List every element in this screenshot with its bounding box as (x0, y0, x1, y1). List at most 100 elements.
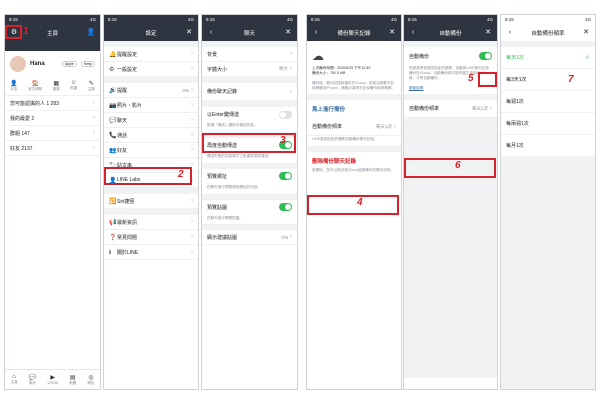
step-number-5: 5 (468, 73, 474, 84)
panel-home: 8:15 4G ⚙ 主頁 👤 Hana Apple Keep 👤 好友 🏠 官方帳號… (4, 14, 101, 390)
chat-setting-font-size[interactable]: 字體大小 特大 › (202, 62, 297, 77)
highlight-box-5 (478, 72, 497, 87)
profile-button-apple[interactable]: Apple (61, 61, 77, 67)
chat-setting-backup[interactable]: 備份聊天記錄 › (202, 83, 297, 101)
status-bar: 8:15 4G (501, 15, 595, 24)
panel-backup-frequency: 8:15 4G ‹ 自動備份頻率 ✕ 每天1次 ✓ 每3天1次 每週1次 每兩週1次… (500, 14, 596, 390)
step-number-7: 7 (568, 74, 574, 85)
auto-backup-navbar: ‹ 自動備份 ✕ (404, 24, 497, 41)
auto-backup-frequency-row[interactable]: 自動備份頻率 每天1次 › (404, 100, 497, 119)
enter-send-desc: 點選「傳送」鍵即可傳送訊息。 (207, 123, 258, 127)
step-number-6: 6 (455, 160, 461, 171)
backup-now-link[interactable]: 馬上進行備份 (307, 100, 401, 118)
quick-tab-official[interactable]: 🏠 官方帳號 (28, 80, 42, 92)
delete-backup-desc: 若刪除，您可以無法從iCloud還原備份的聊天記錄。 (312, 168, 395, 173)
panel-settings: 8:15 4G 設定 ✕ 🔔 提醒設定 › ⚙ 一般設定 › 🔊 提醒 ON › 📷 照片・影片 ›… (103, 14, 199, 390)
close-icon[interactable]: ✕ (581, 29, 591, 36)
chat-setting-suggest-stickers[interactable]: 顯示建議貼圖 ON › (202, 230, 297, 246)
chat-setting-background[interactable]: 背景 › (202, 47, 297, 62)
bottom-tab-chat[interactable]: 💬 聊天 (29, 374, 36, 386)
list-item[interactable]: 您可能認識的人 1 283 › (5, 96, 100, 111)
frequency-option-weekly[interactable]: 每週1次 (501, 91, 595, 113)
back-icon[interactable]: ‹ (311, 29, 321, 36)
avatar (10, 56, 26, 72)
enter-send-toggle[interactable] (279, 110, 292, 119)
panel-auto-backup: 8:15 4G ‹ 自動備份 ✕ 自動備份 系統將會依照您指定的頻率，自動將LIN… (403, 14, 498, 390)
settings-item-friends[interactable]: 👥 好友 › (104, 143, 198, 158)
settings-item-calls[interactable]: 📞 通話 › (104, 128, 198, 143)
search-bar[interactable] (5, 41, 100, 51)
sticker-preview-toggle[interactable] (279, 203, 292, 212)
back-icon[interactable]: ‹ (505, 29, 515, 36)
settings-item-notifications[interactable]: 🔔 提醒設定 › (104, 47, 198, 62)
backup-navbar: ‹ 備份聊天記錄 ✕ (307, 24, 401, 41)
list-item[interactable]: 我的最愛 2 › (5, 111, 100, 126)
list-item[interactable]: 好友 2137 › (5, 141, 100, 156)
user-name: Hana (30, 61, 45, 67)
highlight-box-6 (404, 158, 496, 178)
auto-backup-frequency[interactable]: 自動備份頻率 每天1次 › (307, 118, 401, 137)
quick-tab-friends[interactable]: 👤 好友 (10, 80, 17, 92)
panel-chats: 8:15 4G ‹ 聊天 ✕ 背景 › 字體大小 特大 › 備份聊天記錄 › 以Enter… (201, 14, 298, 390)
frequency-option-daily[interactable]: 每天1次 ✓ (501, 47, 595, 69)
status-bar: 8:15 4G (202, 15, 297, 24)
page-title: 自動備份頻率 (531, 30, 565, 37)
settings-item-siri[interactable]: 🔁 Siri捷徑 › (104, 194, 198, 209)
status-time: 8:15 (9, 17, 18, 22)
settings-item-about[interactable]: ℹ 關於LINE › (104, 245, 198, 260)
sticker-preview-desc: 在聊天室中預覽貼圖。 (207, 215, 243, 220)
step-number-3: 3 (280, 135, 286, 146)
bottom-tab-bar: ⌂ 主頁 💬 聊天 ▶ VOOM ▤ 新聞 ◎ 錢包 (5, 369, 100, 389)
quick-tab-services[interactable]: ▦ 服務 (53, 80, 60, 92)
url-preview-toggle[interactable] (279, 172, 292, 181)
page-title: 備份聊天記錄 (337, 30, 371, 37)
chats-navbar: ‹ 聊天 ✕ (202, 24, 297, 41)
settings-navbar: 設定 ✕ (104, 24, 198, 41)
settings-item-chats[interactable]: 💬 聊天 › (104, 113, 198, 128)
settings-item-photos[interactable]: 📷 照片・影片 › (104, 98, 198, 113)
quick-tabs: 👤 好友 🏠 官方帳號 ▦ 服務 ☺ 貼圖 ✎ 主題 (5, 77, 100, 96)
settings-item-help[interactable]: ❓ 常見問題 › (104, 230, 198, 245)
chat-setting-sticker-preview[interactable]: 預覽貼圖 (202, 200, 297, 215)
status-bar: 8:15 4G (307, 15, 401, 24)
cloud-icon: ☁ (312, 49, 324, 63)
close-icon[interactable]: ✕ (184, 29, 194, 36)
checkmark-icon: ✓ (584, 55, 590, 61)
profile-button-keep[interactable]: Keep (80, 61, 95, 67)
bottom-tab-wallet[interactable]: ◎ 錢包 (87, 374, 94, 386)
list-item[interactable]: 群組 147 › (5, 126, 100, 141)
chat-setting-url-preview[interactable]: 預覽網址 (202, 169, 297, 184)
backup-desc: 備份後，聊天記錄將儲存在iCloud。若無法將聊天記錄移轉至iPhone，請務必… (312, 80, 396, 90)
bottom-tab-voom[interactable]: ▶ VOOM (47, 374, 58, 385)
frequency-option-3days[interactable]: 每3天1次 (501, 69, 595, 91)
quick-tab-themes[interactable]: ✎ 主題 (88, 80, 95, 92)
step-number-2: 2 (178, 169, 184, 180)
settings-item-alerts[interactable]: 🔊 提醒 ON › (104, 83, 198, 98)
status-signal: 4G (89, 17, 96, 22)
add-friend-icon[interactable]: 👤 (86, 29, 96, 36)
page-title: 自動備份 (439, 30, 462, 37)
close-icon[interactable]: ✕ (483, 29, 493, 36)
auto-backup-toggle[interactable] (479, 52, 492, 60)
frequency-navbar: ‹ 自動備份頻率 ✕ (501, 24, 595, 41)
step-number-4: 4 (357, 197, 363, 208)
status-bar: 8:15 4G (104, 15, 198, 24)
frequency-option-biweekly[interactable]: 每兩週1次 (501, 113, 595, 135)
close-icon[interactable]: ✕ (283, 29, 293, 36)
quick-tab-stickers[interactable]: ☺ 貼圖 (70, 80, 77, 92)
chat-setting-enter-send[interactable]: 以Enter鍵傳送 (202, 107, 297, 122)
url-preview-desc: 在聊天室中預覽連結網址的內容。 (207, 184, 261, 189)
bottom-tab-home[interactable]: ⌂ 主頁 (11, 374, 18, 385)
frequency-option-monthly[interactable]: 每月1次 (501, 135, 595, 157)
settings-item-news[interactable]: 📢 最新資訊 › (104, 215, 198, 230)
back-icon[interactable]: ‹ (408, 29, 418, 36)
back-icon[interactable]: ‹ (206, 29, 216, 36)
auto-backup-desc: LINE將依指定的頻率自動備份聊天記錄。 (312, 137, 378, 142)
bottom-tab-news[interactable]: ▤ 新聞 (69, 374, 76, 386)
close-icon[interactable]: ✕ (387, 29, 397, 36)
auto-backup-toggle-row[interactable]: 自動備份 (404, 47, 497, 65)
delete-backup-link[interactable]: 刪除備份聊天記錄 (307, 152, 401, 167)
profile-row[interactable]: Hana Apple Keep (5, 51, 100, 77)
status-bar: 8:15 4G (5, 15, 100, 24)
settings-item-general[interactable]: ⚙ 一般設定 › (104, 62, 198, 77)
